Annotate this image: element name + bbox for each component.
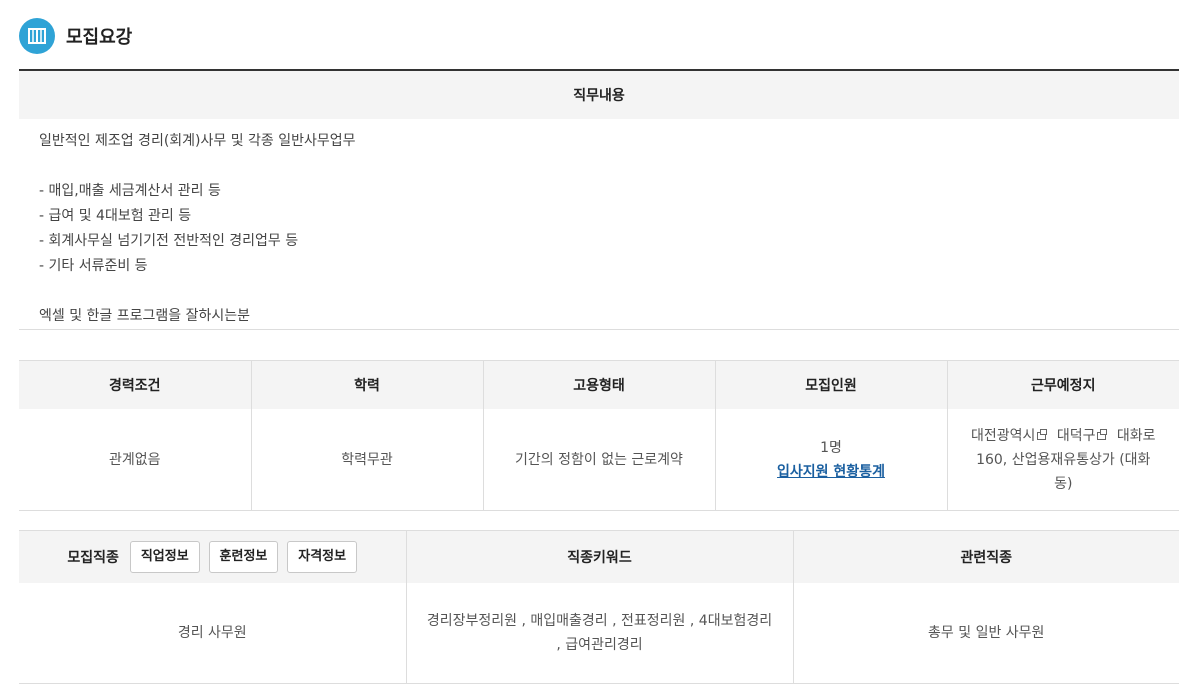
education-value: 학력무관 <box>250 409 483 511</box>
header-experience: 경력조건 <box>19 360 251 409</box>
job-keywords-value: 경리장부정리원 , 매입매출경리 , 전표정리원 , 4대보험경리 , 급여관리… <box>405 583 793 684</box>
job-description-line: 엑셀 및 한글 프로그램을 잘하시는분 <box>39 308 250 324</box>
job-description-line <box>39 279 1159 304</box>
conditions-table: 경력조건 학력 고용형태 모집인원 근무예정지 관계없음 학력무관 기간의 정함… <box>19 360 1179 511</box>
job-description-line: - 기타 서류준비 등 <box>39 258 148 274</box>
location-district-link[interactable]: 대덕구 <box>1057 428 1096 444</box>
book-icon <box>19 18 55 54</box>
job-content-section: 직무내용 일반적인 제조업 경리(회계)사무 및 각종 일반사무업무 - 매입,… <box>19 69 1179 330</box>
qualification-info-button[interactable]: 자격정보 <box>287 541 358 573</box>
job-name-value: 경리 사무원 <box>19 583 406 684</box>
header-job-type: 모집직종 직업정보 훈련정보 자격정보 <box>19 530 406 583</box>
job-description-line: - 회계사무실 넘기기전 전반적인 경리업무 등 <box>39 233 299 249</box>
job-description-line <box>39 154 1159 179</box>
recruitment-page: 모집요강 직무내용 일반적인 제조업 경리(회계)사무 및 각종 일반사무업무 … <box>0 0 1189 693</box>
external-link-icon[interactable] <box>1097 428 1108 440</box>
experience-value: 관계없음 <box>19 409 251 511</box>
external-link-icon[interactable] <box>1037 428 1048 440</box>
job-type-label: 모집직종 <box>67 550 119 566</box>
section-header: 모집요강 <box>19 17 132 55</box>
employment-type-value: 기간의 정함이 없는 근로계약 <box>482 409 715 511</box>
job-info-button[interactable]: 직업정보 <box>129 541 200 573</box>
work-location-cell: 대전광역시 대덕구 대화로 160, 산업용재유통상가 (대화동) <box>946 409 1179 511</box>
job-description-line: 일반적인 제조업 경리(회계)사무 및 각종 일반사무업무 <box>39 133 356 149</box>
job-description-line: - 급여 및 4대보험 관리 등 <box>39 208 192 224</box>
page-title: 모집요강 <box>66 27 133 48</box>
job-description-line: - 매입,매출 세금계산서 관리 등 <box>39 183 221 199</box>
recruit-count-cell: 1명 입사지원 현황통계 <box>714 409 947 511</box>
header-job-keywords: 직종키워드 <box>405 530 793 583</box>
header-related-jobs: 관련직종 <box>792 530 1179 583</box>
job-content-heading: 직무내용 <box>19 71 1179 119</box>
header-employment-type: 고용형태 <box>482 360 715 409</box>
related-jobs-value: 총무 및 일반 사무원 <box>792 583 1179 684</box>
recruit-count-value: 1명 <box>820 439 842 456</box>
job-description: 일반적인 제조업 경리(회계)사무 및 각종 일반사무업무 - 매입,매출 세금… <box>19 119 1179 330</box>
header-work-location: 근무예정지 <box>946 360 1179 409</box>
training-info-button[interactable]: 훈련정보 <box>208 541 279 573</box>
job-type-table: 모집직종 직업정보 훈련정보 자격정보 직종키워드 관련직종 경리 사무원 경리… <box>19 530 1179 684</box>
header-education: 학력 <box>250 360 483 409</box>
recruit-stats-link[interactable]: 입사지원 현황통계 <box>777 464 885 480</box>
header-recruit-count: 모집인원 <box>714 360 947 409</box>
location-city-link[interactable]: 대전광역시 <box>971 428 1035 444</box>
